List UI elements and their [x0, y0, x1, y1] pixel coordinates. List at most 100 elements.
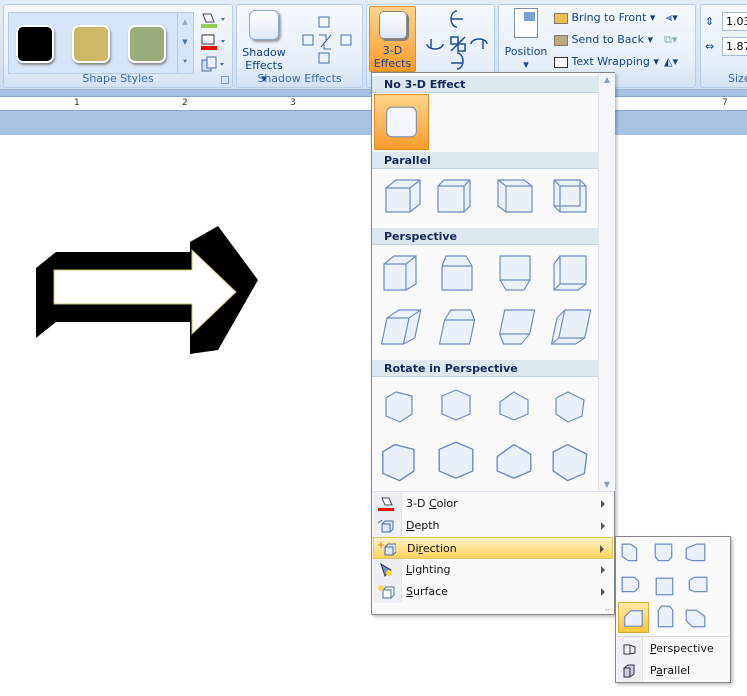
direction-bottom-left[interactable] [618, 602, 649, 633]
text-wrapping-button[interactable]: Text Wrapping ▾ [554, 55, 659, 68]
cube-icon [499, 255, 531, 291]
cube-icon [657, 605, 674, 628]
gallery-item-rotate-3[interactable] [490, 382, 540, 430]
cube-icon [438, 309, 476, 345]
style-swatch-gold[interactable] [72, 25, 110, 63]
cube-icon [441, 389, 471, 421]
submenu-arrow-icon [601, 522, 605, 530]
submenu-arrow-icon [601, 588, 605, 596]
shadow-effects-line1: Shadow [242, 46, 286, 59]
position-button[interactable]: Position ▾ [503, 8, 549, 74]
gallery-item-rotate-7[interactable] [490, 435, 540, 483]
height-input[interactable]: 1.03 [722, 12, 747, 31]
submenu-arrow-icon [601, 566, 605, 574]
gallery-item-perspective-4[interactable] [546, 250, 596, 298]
gallery-item-rotate-4[interactable] [546, 382, 596, 430]
shape-fill-button[interactable] [199, 11, 227, 29]
arrow-shape[interactable] [30, 222, 265, 362]
label-post: urface [412, 585, 448, 598]
gallery-item-parallel-2[interactable] [432, 172, 482, 220]
cube-icon [499, 391, 529, 421]
gallery-section-header: Parallel [372, 152, 598, 169]
shadow-effects-button[interactable]: Shadow Effects ▾ [241, 8, 287, 85]
gallery-item-perspective-7[interactable] [490, 304, 540, 352]
size-group: ⇕ 1.03 ⇔ 1.87 Size [700, 4, 747, 88]
direction-top-right[interactable] [680, 540, 711, 571]
align-button[interactable]: ⫷▾ [666, 11, 678, 25]
gallery-item-rotate-8[interactable] [546, 435, 596, 483]
style-swatch-green[interactable] [128, 25, 166, 63]
submenu-arrow-icon [601, 500, 605, 508]
direction-left[interactable] [618, 571, 649, 602]
send-to-back-button[interactable]: Send to Back ▾ [554, 33, 653, 46]
direction-bottom-right[interactable] [680, 602, 711, 633]
gallery-scrollbar[interactable]: ▲ ▼ [598, 73, 615, 491]
menu-divider [372, 491, 614, 492]
direction-icon [378, 542, 396, 556]
direction-right[interactable] [680, 571, 711, 602]
resize-grip-icon[interactable]: ⠤ [604, 604, 610, 613]
three-d-line1: 3-D [382, 44, 403, 57]
label-post: epth [414, 519, 440, 532]
direction-none[interactable] [649, 571, 680, 602]
cube-icon [655, 577, 674, 596]
gallery-item-parallel-1[interactable] [378, 172, 428, 220]
perspective-option[interactable]: Perspective [617, 638, 729, 660]
shadow-effects-label: Shadow Effects [257, 72, 342, 85]
gallery-item-no-3d[interactable] [374, 94, 429, 150]
gallery-item-perspective-6[interactable] [432, 304, 482, 352]
gallery-item-perspective-2[interactable] [432, 250, 482, 298]
direction-bottom[interactable] [649, 602, 680, 633]
menu-item-depth[interactable]: Depth [373, 515, 613, 537]
gallery-item-perspective-1[interactable] [378, 250, 428, 298]
text-wrapping-label: Text Wrapping [571, 55, 650, 68]
shape-outline-button[interactable] [199, 33, 227, 51]
rotate-button[interactable]: ◭▾ [664, 55, 678, 68]
cube-icon [685, 609, 706, 628]
ruler-tick-2: 2 [182, 98, 188, 108]
text-wrap-icon [554, 56, 568, 68]
style-swatch-black[interactable] [16, 25, 54, 63]
gallery-item-parallel-4[interactable] [546, 172, 596, 220]
gallery-item-perspective-5[interactable] [378, 304, 428, 352]
cube-icon [496, 443, 532, 479]
cube-icon [438, 441, 474, 479]
change-shape-button[interactable] [199, 55, 227, 73]
tilt-buttons[interactable] [425, 9, 489, 71]
gallery-item-rotate-2[interactable] [432, 382, 482, 430]
cube-icon [555, 391, 585, 423]
perspective-label: erspective [656, 642, 714, 655]
dialog-launcher-icon[interactable] [221, 76, 229, 84]
width-input[interactable]: 1.87 [722, 37, 747, 56]
menu-item-3-d-color[interactable]: 3-D Color [373, 493, 613, 515]
menu-item-surface[interactable]: Surface [373, 581, 613, 603]
gallery-item-perspective-3[interactable] [490, 250, 540, 298]
direction-top[interactable] [649, 540, 680, 571]
menu-item-direction[interactable]: Direction [373, 537, 613, 559]
three-d-line2: Effects [373, 57, 412, 70]
gallery-scroll[interactable]: ▲ ▼ ⯆ [177, 12, 192, 74]
gallery-item-perspective-8[interactable] [546, 304, 596, 352]
surface-icon [378, 585, 395, 599]
bring-to-front-button[interactable]: Bring to Front ▾ [554, 11, 655, 24]
cube-icon [624, 610, 643, 627]
three-d-effects-button[interactable]: 3-D Effects ▾ [369, 6, 416, 83]
gallery-item-rotate-1[interactable] [378, 382, 428, 430]
cube-icon [386, 106, 417, 138]
nudge-shadow-buttons[interactable] [297, 11, 357, 71]
three-d-icon [378, 11, 407, 39]
direction-top-left[interactable] [618, 540, 649, 571]
gallery-section-header: Rotate in Perspective [372, 360, 598, 377]
menu-item-lighting[interactable]: Lighting [373, 559, 613, 581]
gallery-item-rotate-6[interactable] [432, 435, 482, 483]
submenu-arrow-icon [600, 545, 604, 553]
parallel-option[interactable]: Parallel [617, 660, 729, 682]
shadow-effects-group: Shadow Effects ▾ Shadow Effects [236, 4, 363, 88]
send-back-icon [554, 34, 568, 46]
label-post: olor [436, 497, 458, 510]
gallery-item-rotate-5[interactable] [378, 435, 428, 483]
group-button[interactable]: ⧉▾ [664, 33, 677, 47]
height-icon: ⇕ [705, 15, 715, 28]
three-d-effects-menu: No 3-D Effect Parallel Perspective Rotate i… [371, 72, 615, 615]
gallery-item-parallel-3[interactable] [490, 172, 540, 220]
